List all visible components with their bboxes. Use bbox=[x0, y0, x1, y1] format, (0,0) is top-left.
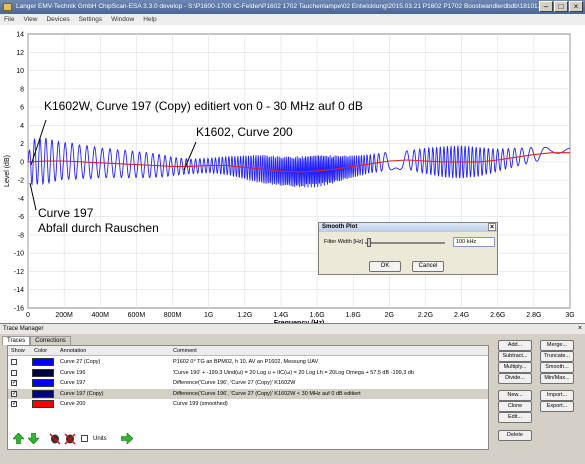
table-row[interactable]: ✓ Curve 200 Curve 199 (smoothed) bbox=[8, 399, 488, 409]
trace-button-minmax[interactable]: Min/Max... bbox=[540, 373, 574, 384]
comment-cell: 'Curve 190' + -199.3 Uind(ω) = 20 Log u … bbox=[173, 369, 414, 376]
trace-button-new[interactable]: New... bbox=[498, 390, 532, 401]
annotation-cell: Curve 197 bbox=[60, 380, 86, 386]
comment-cell: Difference('Curve 196', 'Curve 27 (Copy)… bbox=[173, 380, 296, 386]
dialog-title: Smooth Plot × bbox=[319, 223, 497, 232]
bug-icon[interactable] bbox=[48, 432, 61, 445]
trace-button-export[interactable]: Export... bbox=[540, 401, 574, 412]
comment-cell: P1602 0° TG an BPM02, h 10, AV an P1602,… bbox=[173, 359, 319, 365]
trace-button-divide[interactable]: Divide... bbox=[498, 373, 532, 384]
color-swatch[interactable] bbox=[32, 379, 54, 387]
arrow-k1602 bbox=[183, 141, 197, 171]
header-annotation: Annotation bbox=[60, 348, 87, 354]
units-checkbox[interactable] bbox=[78, 432, 91, 445]
move-up-icon[interactable] bbox=[12, 432, 25, 445]
trace-manager-title-text: Trace Manager bbox=[3, 326, 44, 332]
trace-button-delete[interactable]: Delete bbox=[498, 430, 532, 441]
header-show: Show bbox=[11, 348, 25, 354]
arrow-curve197 bbox=[29, 182, 37, 211]
trace-button-subtract[interactable]: Subtract... bbox=[498, 351, 532, 362]
dialog-close-icon[interactable]: × bbox=[488, 223, 496, 231]
show-checkbox[interactable]: ✓ bbox=[11, 380, 17, 386]
tab-corrections[interactable]: Corrections bbox=[30, 336, 71, 345]
filter-width-label: Filter Width [Hz] bbox=[324, 239, 364, 245]
color-swatch[interactable] bbox=[32, 368, 54, 377]
trace-button-clone[interactable]: Clone bbox=[498, 401, 532, 412]
tab-traces[interactable]: Traces bbox=[2, 336, 31, 345]
comment-cell: Curve 199 (smoothed) bbox=[173, 401, 228, 407]
header-color: Color bbox=[34, 348, 48, 354]
show-checkbox[interactable]: ✓ bbox=[11, 401, 17, 407]
arrow-right-icon[interactable] bbox=[121, 432, 134, 445]
bottom-toolbar: Units bbox=[12, 432, 134, 445]
color-swatch[interactable] bbox=[32, 358, 54, 366]
annotation-cell: Curve 196 bbox=[60, 369, 86, 376]
trace-button-smooth[interactable]: Smooth... bbox=[540, 362, 574, 373]
annotation-cell: Curve 200 bbox=[60, 401, 86, 407]
trace-button-add[interactable]: Add... bbox=[498, 340, 532, 351]
trace-button-merge[interactable]: Merge... bbox=[540, 340, 574, 351]
annotation-cell: Curve 27 (Copy) bbox=[60, 359, 101, 365]
smooth-plot-dialog: Smooth Plot × Filter Width [Hz] 100 kHz … bbox=[318, 222, 498, 275]
arrow-k1602w bbox=[30, 119, 47, 166]
trace-manager-close-icon[interactable]: × bbox=[578, 324, 582, 334]
header-comment: Comment bbox=[173, 348, 197, 354]
show-checkbox[interactable] bbox=[11, 369, 17, 376]
trace-button-multiply[interactable]: Multiply... bbox=[498, 362, 532, 373]
move-down-icon[interactable] bbox=[27, 432, 40, 445]
trace-manager: Trace Manager × Traces Corrections Show … bbox=[0, 323, 585, 464]
color-swatch[interactable] bbox=[32, 389, 54, 398]
annotation-cell: Curve 197 (Copy) bbox=[60, 390, 104, 397]
ok-button[interactable]: OK bbox=[369, 261, 401, 272]
table-row[interactable]: Curve 27 (Copy) P1602 0° TG an BPM02, h 1… bbox=[8, 357, 488, 367]
table-header: Show Color Annotation Comment bbox=[8, 346, 488, 356]
trace-button-edit[interactable]: Edit... bbox=[498, 412, 532, 423]
show-checkbox[interactable] bbox=[11, 359, 17, 365]
filter-slider-track[interactable] bbox=[365, 242, 445, 244]
dialog-title-text: Smooth Plot bbox=[322, 224, 358, 230]
color-swatch[interactable] bbox=[32, 400, 54, 408]
show-checkbox[interactable]: ✓ bbox=[11, 390, 17, 397]
table-row[interactable]: ✓ Curve 197 (Copy) Difference('Curve 196',… bbox=[8, 388, 488, 399]
trace-manager-title: Trace Manager × bbox=[0, 324, 585, 334]
units-label: Units bbox=[93, 435, 107, 442]
comment-cell: Difference('Curve 196', 'Curve 27 (Copy)… bbox=[173, 390, 361, 397]
filter-slider-thumb[interactable] bbox=[367, 238, 371, 247]
table-row[interactable]: ✓ Curve 197 Difference('Curve 196', 'Curve… bbox=[8, 378, 488, 388]
table-row[interactable]: Curve 196 'Curve 190' + -199.3 Uind(ω) = … bbox=[8, 368, 488, 378]
trace-button-truncate[interactable]: Truncate... bbox=[540, 351, 574, 362]
cancel-button[interactable]: Cancel bbox=[412, 261, 444, 272]
filter-width-input[interactable]: 100 kHz bbox=[453, 237, 495, 247]
trace-button-import[interactable]: Import... bbox=[540, 390, 574, 401]
bug-delete-icon[interactable] bbox=[63, 432, 76, 445]
